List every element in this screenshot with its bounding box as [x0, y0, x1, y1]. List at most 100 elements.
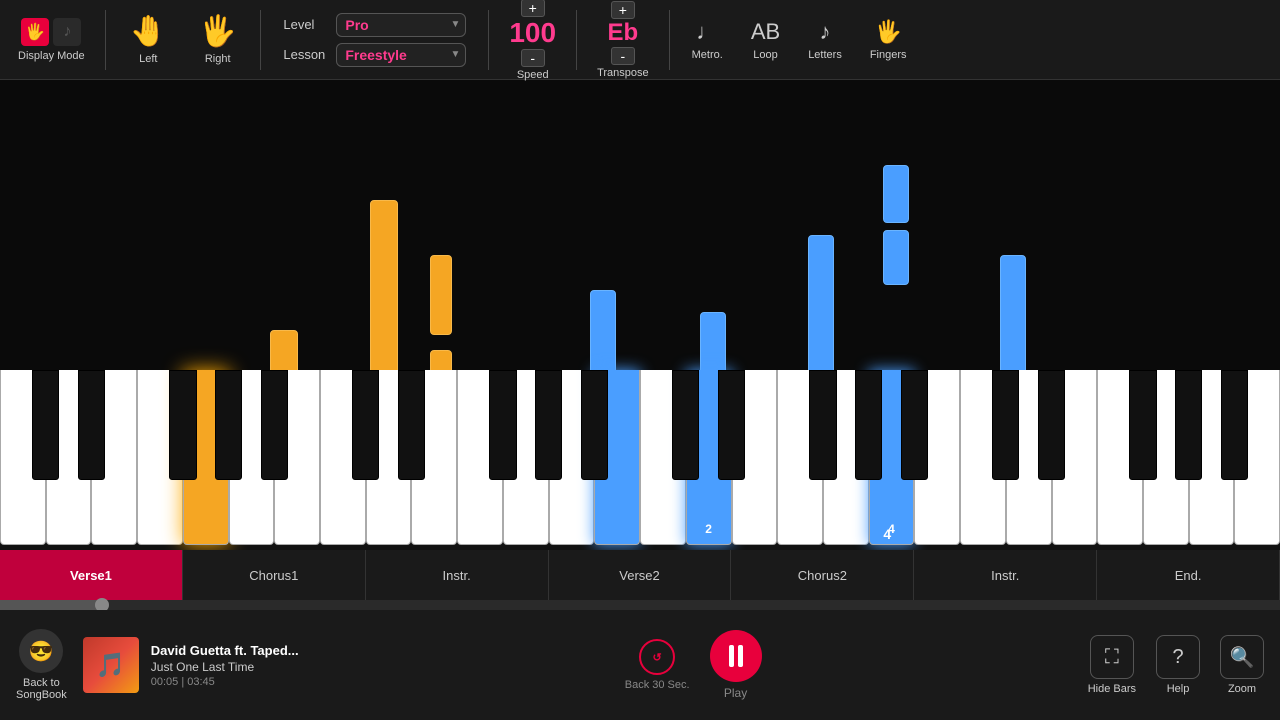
black-key-1-0[interactable] — [352, 370, 379, 480]
help-label: Help — [1167, 683, 1190, 695]
help-icon: ? — [1156, 635, 1200, 679]
divider-4 — [576, 10, 577, 70]
black-key-3-5[interactable] — [1221, 370, 1248, 480]
back-30-icon: ↺ — [639, 639, 675, 675]
play-label: Play — [724, 686, 747, 700]
display-mode-button[interactable]: 🖐 ♪ Display Mode — [10, 14, 93, 66]
song-thumbnail-image: 🎵 — [83, 637, 139, 693]
song-thumbnail: 🎵 — [83, 637, 139, 693]
level-select[interactable]: Pro Beginner Intermediate — [336, 13, 466, 37]
help-button[interactable]: ? Help — [1156, 635, 1200, 695]
transpose-plus-button[interactable]: + — [611, 1, 635, 19]
black-key-3-1[interactable] — [1038, 370, 1065, 480]
song-info-section: 🎵 David Guetta ft. Taped... Just One Las… — [83, 637, 299, 693]
zoom-label: Zoom — [1228, 683, 1256, 695]
tab-verse1[interactable]: Verse1 — [0, 550, 183, 600]
note-yellow-3 — [430, 255, 452, 335]
letters-label: Letters — [808, 49, 842, 61]
fingers-icon: 🖐 — [874, 19, 901, 45]
black-key-1-4[interactable] — [535, 370, 562, 480]
tab-verse2[interactable]: Verse2 — [549, 550, 732, 600]
hide-bars-button[interactable]: ⛶ Hide Bars — [1088, 635, 1136, 695]
speed-label: Speed — [517, 69, 549, 81]
black-key-0-4[interactable] — [215, 370, 242, 480]
level-select-wrapper[interactable]: Pro Beginner Intermediate — [336, 13, 466, 37]
loop-icon: AB — [751, 19, 780, 45]
bottom-controls: 😎 Back toSongBook 🎵 David Guetta ft. Tap… — [0, 610, 1280, 720]
fingers-button[interactable]: 🖐 Fingers — [860, 15, 917, 65]
back-to-songbook-button[interactable]: 😎 Back toSongBook — [16, 629, 67, 701]
black-key-2-4[interactable] — [855, 370, 882, 480]
song-time: 00:05 | 03:45 — [151, 676, 299, 688]
back-30-section[interactable]: ↺ Back 30 Sec. — [625, 639, 690, 691]
lesson-select[interactable]: Freestyle Guided Practice — [336, 43, 466, 67]
left-hand-button[interactable]: 🤚 Left — [118, 10, 179, 69]
songbook-label: Back toSongBook — [16, 677, 67, 701]
transpose-minus-button[interactable]: - — [611, 47, 635, 65]
right-hand-button[interactable]: 🖐 Right — [187, 10, 248, 69]
tab-end[interactable]: End. — [1097, 550, 1280, 600]
note-blue-5 — [883, 165, 909, 223]
black-key-0-1[interactable] — [78, 370, 105, 480]
letters-button[interactable]: ♪ Letters — [798, 15, 852, 65]
piano-container: 244 — [0, 370, 1280, 550]
lesson-select-wrapper[interactable]: Freestyle Guided Practice — [336, 43, 466, 67]
divider-2 — [260, 10, 261, 70]
black-key-3-0[interactable] — [992, 370, 1019, 480]
songbook-avatar: 😎 — [19, 629, 63, 673]
transpose-section: + Eb - Transpose — [589, 1, 657, 79]
black-key-1-5[interactable] — [581, 370, 608, 480]
metro-button[interactable]: ♩ Metro. — [682, 15, 733, 65]
section-tabs: Verse1 Chorus1 Instr. Verse2 Chorus2 Ins… — [0, 550, 1280, 600]
tab-chorus2[interactable]: Chorus2 — [731, 550, 914, 600]
black-key-1-1[interactable] — [398, 370, 425, 480]
progress-bar-fill — [0, 600, 102, 610]
bottom-right-controls: ⛶ Hide Bars ? Help 🔍 Zoom — [1088, 635, 1264, 695]
hide-bars-icon: ⛶ — [1090, 635, 1134, 679]
black-key-1-3[interactable] — [489, 370, 516, 480]
transpose-value: Eb — [608, 21, 639, 45]
progress-bar-container[interactable] — [0, 600, 1280, 610]
divider-5 — [669, 10, 670, 70]
black-key-3-3[interactable] — [1129, 370, 1156, 480]
left-hand-icon: 🤚 — [130, 14, 167, 49]
lesson-label: Lesson — [283, 47, 328, 62]
loop-label: Loop — [753, 49, 777, 61]
divider-3 — [488, 10, 489, 70]
bottom-center-controls: ↺ Back 30 Sec. Play — [315, 630, 1072, 700]
transpose-label: Transpose — [597, 67, 649, 79]
back-30-label: Back 30 Sec. — [625, 679, 690, 691]
display-mode-icon-active: 🖐 — [21, 18, 49, 46]
toolbar: 🖐 ♪ Display Mode 🤚 Left 🖐 Right Level Pr… — [0, 0, 1280, 80]
black-key-0-0[interactable] — [32, 370, 59, 480]
display-mode-label: Display Mode — [18, 50, 85, 62]
lesson-row: Lesson Freestyle Guided Practice — [283, 43, 466, 67]
pause-icon — [729, 645, 743, 667]
play-pause-button[interactable] — [710, 630, 762, 682]
tab-chorus1[interactable]: Chorus1 — [183, 550, 366, 600]
right-hand-icon: 🖐 — [199, 14, 236, 49]
black-key-2-0[interactable] — [672, 370, 699, 480]
black-key-3-4[interactable] — [1175, 370, 1202, 480]
black-key-2-3[interactable] — [809, 370, 836, 480]
left-hand-label: Left — [139, 53, 157, 65]
black-key-2-1[interactable] — [718, 370, 745, 480]
song-subtitle: Just One Last Time — [151, 660, 299, 674]
speed-section: + 100 - Speed — [501, 0, 564, 81]
fingers-label: Fingers — [870, 49, 907, 61]
zoom-button[interactable]: 🔍 Zoom — [1220, 635, 1264, 695]
speed-plus-button[interactable]: + — [521, 0, 545, 17]
black-key-0-5[interactable] — [261, 370, 288, 480]
tab-instr2[interactable]: Instr. — [914, 550, 1097, 600]
black-key-0-3[interactable] — [169, 370, 196, 480]
level-row: Level Pro Beginner Intermediate — [283, 13, 466, 37]
song-text: David Guetta ft. Taped... Just One Last … — [151, 643, 299, 688]
letters-icon: ♪ — [820, 19, 831, 45]
speed-value: 100 — [509, 19, 556, 47]
tab-instr1[interactable]: Instr. — [366, 550, 549, 600]
black-key-2-5[interactable] — [901, 370, 928, 480]
speed-minus-button[interactable]: - — [521, 49, 545, 67]
note-blue-6 — [883, 230, 909, 285]
loop-button[interactable]: AB Loop — [741, 15, 790, 65]
metro-icon: ♩ — [696, 19, 718, 45]
